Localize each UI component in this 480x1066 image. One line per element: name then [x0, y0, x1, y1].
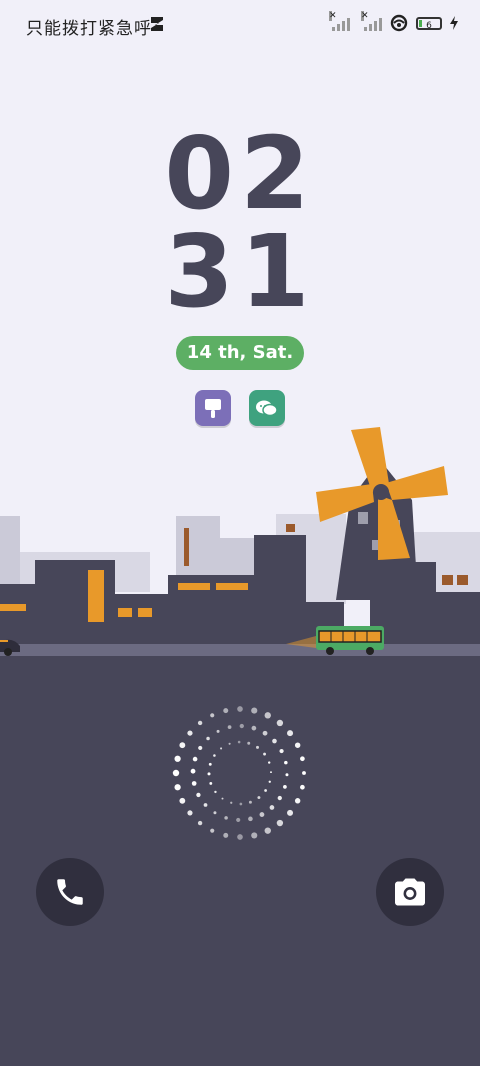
- carrier-status-text: 只能拨打紧急呼: [26, 19, 152, 39]
- clock-minutes: 31: [164, 213, 316, 330]
- unlock-ring-indicator[interactable]: [170, 703, 310, 843]
- camera-icon: [395, 878, 425, 906]
- phone-shortcut-button[interactable]: [36, 858, 104, 926]
- sim-card-icon: [151, 17, 163, 31]
- hotspot-icon: [390, 14, 408, 32]
- camera-shortcut-button[interactable]: [376, 858, 444, 926]
- battery-level: 6: [426, 20, 432, 31]
- date-label: 14 th, Sat.: [176, 336, 304, 370]
- signal-2-icon: ✕: [361, 11, 382, 31]
- battery-icon: 6: [416, 16, 442, 31]
- status-icons: ✕ ✕ 6: [329, 11, 458, 32]
- clock-hours: 02: [164, 115, 316, 232]
- city-scene-illustration: [0, 427, 480, 656]
- phone-icon: [57, 879, 83, 905]
- charging-icon: [450, 16, 458, 30]
- signal-1-icon: ✕: [329, 11, 350, 31]
- status-bar: 只能拨打紧急呼 ✕ ✕ 6: [0, 0, 480, 50]
